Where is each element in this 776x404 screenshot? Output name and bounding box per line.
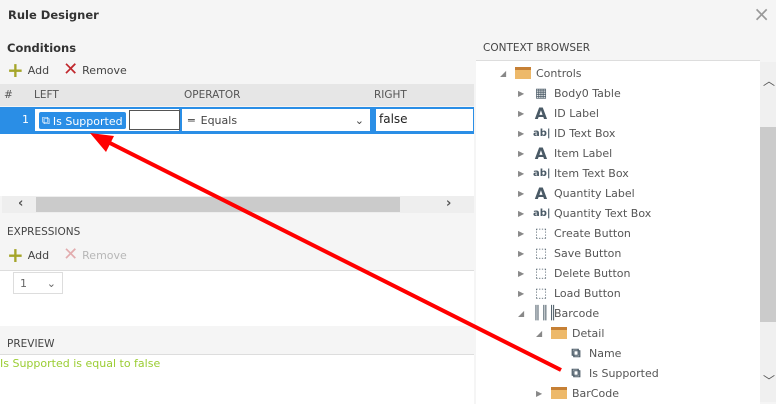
arrow-head (90, 133, 114, 152)
annotation-arrow (90, 133, 562, 372)
arrow-line (99, 136, 562, 372)
